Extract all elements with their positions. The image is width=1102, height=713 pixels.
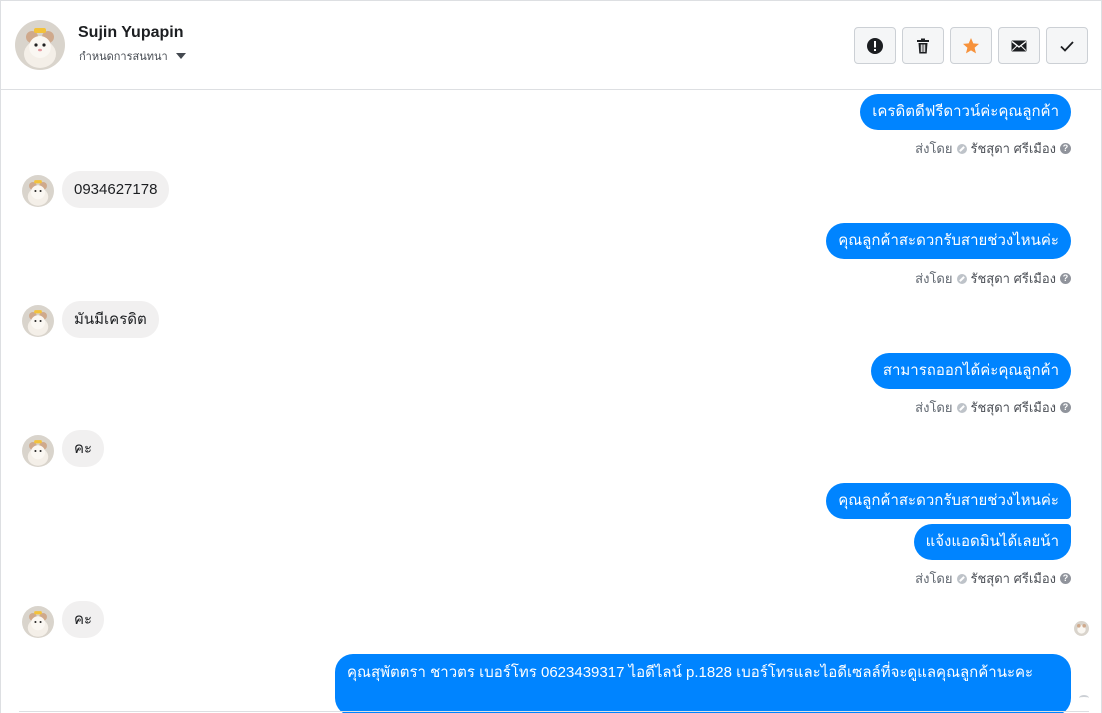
- sent-by-label: ส่งโดย: [915, 400, 953, 415]
- contact-message-avatar: [22, 175, 54, 207]
- delete-button[interactable]: [902, 27, 944, 64]
- outgoing-message[interactable]: แจ้งแอดมินได้เลยน้า: [913, 524, 1071, 560]
- sent-by-label: ส่งโดย: [915, 141, 953, 156]
- incoming-message[interactable]: มันมีเครดิต: [62, 301, 159, 338]
- outgoing-message[interactable]: สามารถออกได้ค่ะคุณลูกค้า: [870, 353, 1071, 389]
- message-list[interactable]: เครดิตดีฟรีดาวน์ค่ะคุณลูกค้า ส่งโดย รัชส…: [1, 91, 1101, 713]
- sent-by-info: ส่งโดย รัชสุดา ศรีเมือง ?: [915, 568, 1071, 589]
- outgoing-message[interactable]: เครดิตดีฟรีดาวน์ค่ะคุณลูกค้า: [860, 94, 1071, 130]
- sender-name[interactable]: รัชสุดา ศรีเมือง: [971, 268, 1057, 289]
- conversation-header: Sujin Yupapin กำหนดการสนทนา: [1, 1, 1101, 90]
- seen-indicator-avatar: [1074, 621, 1089, 636]
- exclamation-circle-icon: [867, 37, 883, 54]
- sent-by-info: ส่งโดย รัชสุดา ศรีเมือง ?: [915, 138, 1071, 159]
- mark-done-button[interactable]: [1046, 27, 1088, 64]
- hamster-avatar-icon: [22, 305, 54, 337]
- envelope-icon: [1011, 40, 1027, 51]
- check-circle-icon: [956, 402, 967, 413]
- contact-message-avatar: [22, 305, 54, 337]
- star-button[interactable]: [950, 27, 992, 64]
- trash-icon: [917, 38, 929, 53]
- spam-button[interactable]: [854, 27, 896, 64]
- incoming-message[interactable]: 0934627178: [62, 171, 170, 208]
- check-circle-icon: [956, 573, 967, 584]
- outgoing-message[interactable]: คุณสุพัตตรา ชาวตร เบอร์โทร 0623439317 ไอ…: [335, 654, 1071, 713]
- help-icon[interactable]: ?: [1060, 573, 1071, 584]
- contact-message-avatar: [22, 606, 54, 638]
- incoming-message[interactable]: คะ: [62, 430, 105, 467]
- hamster-avatar-icon: [22, 606, 54, 638]
- contact-message-avatar: [22, 435, 54, 467]
- star-icon: [963, 37, 979, 53]
- sender-name[interactable]: รัชสุดา ศรีเมือง: [971, 568, 1057, 589]
- conversation-settings-label: กำหนดการสนทนา: [79, 51, 168, 63]
- check-circle-icon: [956, 273, 967, 284]
- mark-unread-button[interactable]: [998, 27, 1040, 64]
- sent-by-label: ส่งโดย: [915, 271, 953, 286]
- incoming-message[interactable]: คะ: [62, 601, 105, 638]
- composer-divider: [19, 711, 1089, 712]
- conversation-settings-dropdown[interactable]: กำหนดการสนทนา: [79, 47, 186, 65]
- sent-by-info: ส่งโดย รัชสุดา ศรีเมือง ?: [915, 268, 1071, 289]
- contact-avatar[interactable]: [15, 20, 65, 70]
- sent-by-label: ส่งโดย: [915, 571, 953, 586]
- sender-name[interactable]: รัชสุดา ศรีเมือง: [971, 397, 1057, 418]
- hamster-avatar-icon: [15, 20, 65, 70]
- outgoing-message[interactable]: คุณลูกค้าสะดวกรับสายช่วงไหนค่ะ: [826, 223, 1071, 259]
- sent-by-info: ส่งโดย รัชสุดา ศรีเมือง ?: [915, 397, 1071, 418]
- scroll-indicator[interactable]: [1079, 695, 1089, 701]
- conversation-panel: Sujin Yupapin กำหนดการสนทนา เครดิตดีฟรีด…: [0, 0, 1102, 713]
- hamster-avatar-icon: [22, 175, 54, 207]
- caret-down-icon: [175, 53, 186, 59]
- sender-name[interactable]: รัชสุดา ศรีเมือง: [971, 138, 1057, 159]
- contact-name: Sujin Yupapin: [78, 24, 184, 41]
- conversation-toolbar: [854, 27, 1088, 64]
- check-circle-icon: [956, 143, 967, 154]
- hamster-avatar-icon: [1074, 621, 1089, 636]
- checkmark-icon: [1060, 40, 1074, 52]
- hamster-avatar-icon: [22, 435, 54, 467]
- help-icon[interactable]: ?: [1060, 402, 1071, 413]
- help-icon[interactable]: ?: [1060, 143, 1071, 154]
- outgoing-message[interactable]: คุณลูกค้าสะดวกรับสายช่วงไหนค่ะ: [826, 483, 1071, 519]
- help-icon[interactable]: ?: [1060, 273, 1071, 284]
